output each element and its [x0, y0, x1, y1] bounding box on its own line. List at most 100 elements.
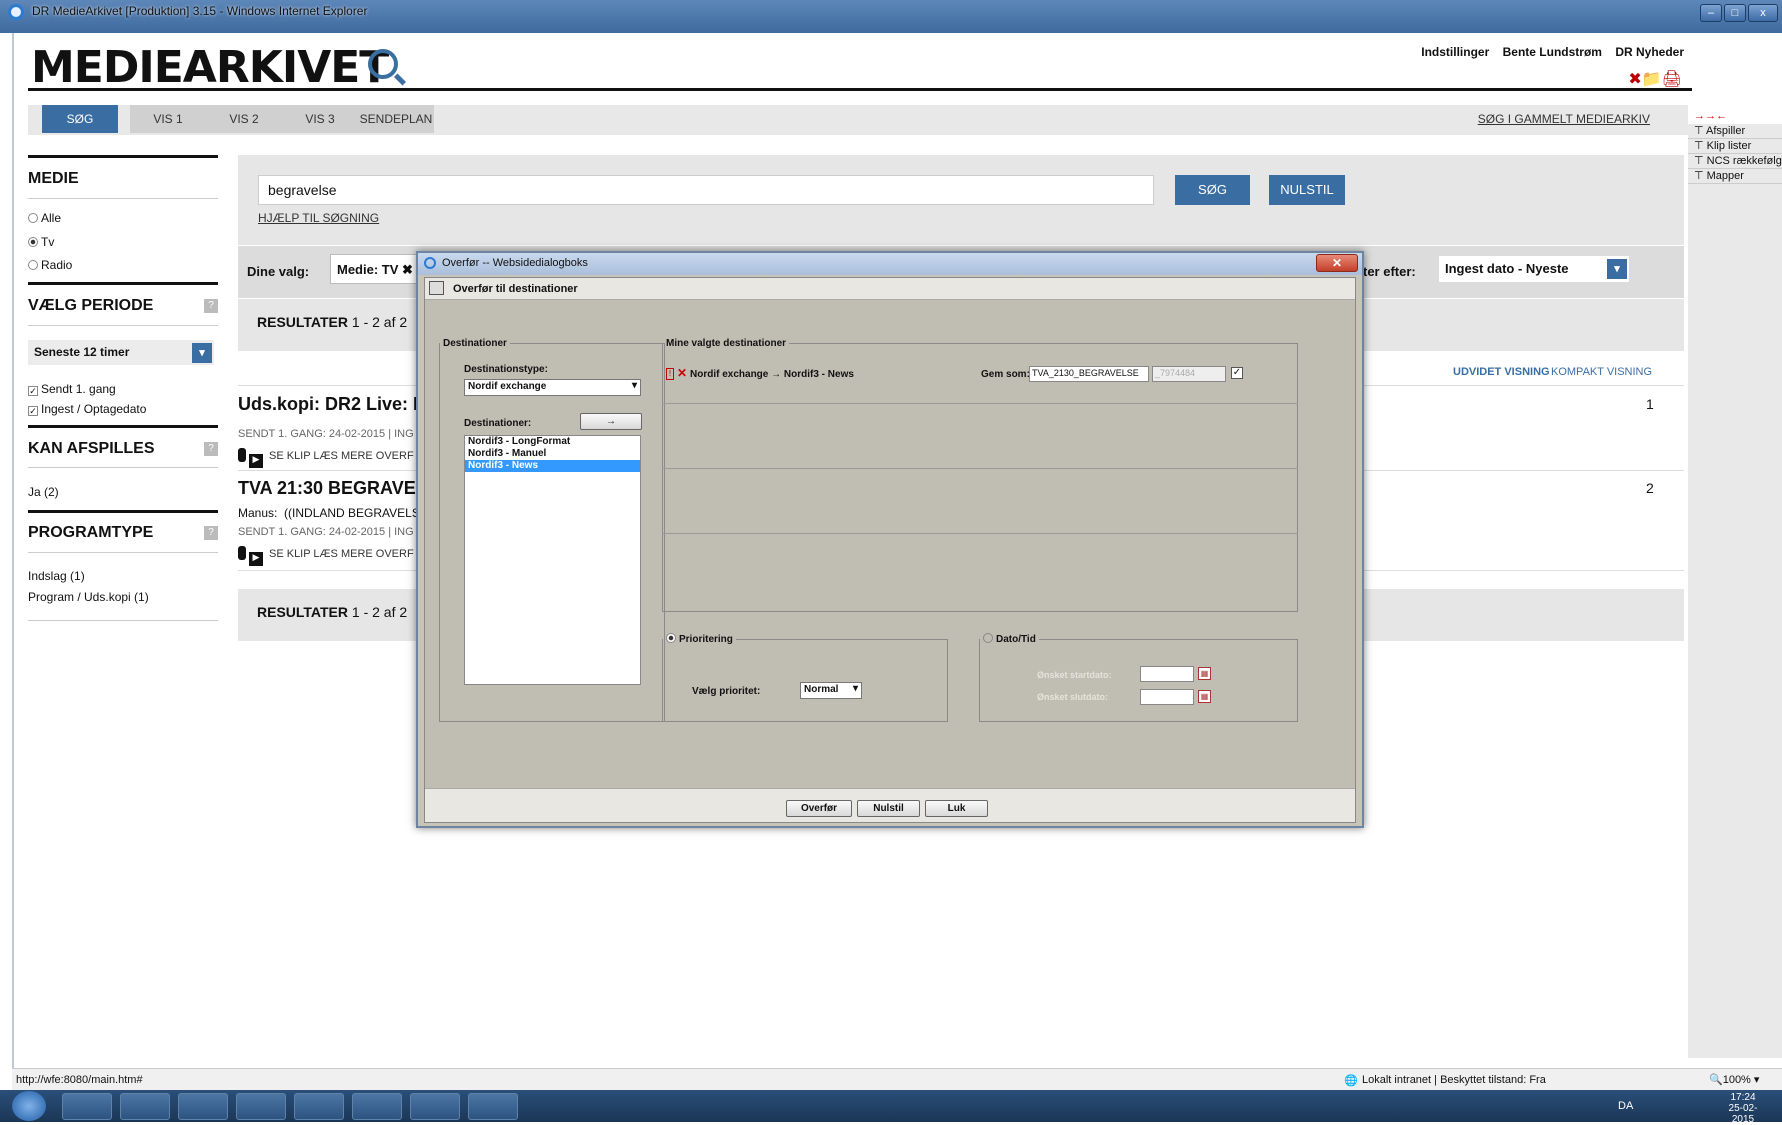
play-icon[interactable]: ▶: [249, 552, 263, 566]
sidebar-item-afspiller[interactable]: ⊤ Afspiller: [1688, 124, 1782, 139]
logo[interactable]: MEDIEARKIVET: [31, 42, 389, 93]
result-actions[interactable]: ▶ SE KLIP LÆS MERE OVERF: [238, 448, 414, 468]
remove-icon[interactable]: ✕: [677, 366, 687, 380]
chevron-down-icon: ▾: [1607, 259, 1627, 279]
play-icon[interactable]: ▶: [249, 454, 263, 468]
check-sendt[interactable]: ✓ Sendt 1. gang: [28, 382, 116, 396]
medie-option-tv[interactable]: Tv: [28, 235, 54, 249]
dialog-body: Overfør til destinationer Destinationer …: [424, 277, 1356, 823]
search-help-link[interactable]: HJÆLP TIL SØGNING: [258, 211, 379, 225]
player-icon[interactable]: [352, 1093, 402, 1120]
tab-vis2[interactable]: VIS 2: [206, 105, 282, 133]
datetime-legend[interactable]: Dato/Tid: [980, 633, 1039, 645]
close-dialog-button[interactable]: Luk: [925, 800, 988, 817]
priority-group: Prioritering: [662, 633, 948, 722]
calendar-icon[interactable]: ▦: [1198, 690, 1211, 703]
globe-icon: 🌐: [1344, 1075, 1358, 1087]
facet-divider: [28, 282, 218, 285]
checkbox-checked-icon: ✓: [28, 386, 38, 396]
sidebar-item-mapper[interactable]: ⊤ Mapper: [1688, 169, 1782, 184]
word-icon[interactable]: [468, 1093, 518, 1120]
start-button[interactable]: [12, 1091, 46, 1121]
list-item-selected[interactable]: Nordif3 - News: [465, 460, 640, 472]
sidebar-item-ncs[interactable]: ⊤ NCS rækkefølge: [1688, 154, 1782, 169]
tab-vis3[interactable]: VIS 3: [282, 105, 358, 133]
help-icon[interactable]: ?: [204, 299, 218, 313]
facet-programtype-title: PROGRAMTYPE: [28, 524, 154, 541]
search-icon: [368, 49, 398, 79]
result-action-links[interactable]: SE KLIP LÆS MERE OVERF: [269, 548, 414, 560]
radio-icon: [28, 213, 38, 223]
close-icon[interactable]: ✖: [402, 262, 413, 277]
file-explorer-icon[interactable]: [120, 1093, 170, 1120]
result-action-links[interactable]: SE KLIP LÆS MERE OVERF: [269, 450, 414, 462]
add-destination-button[interactable]: →: [580, 413, 642, 430]
maximize-button[interactable]: □: [1724, 4, 1746, 22]
programtype-item[interactable]: Program / Uds.kopi (1): [28, 590, 149, 604]
outlook-icon[interactable]: [178, 1093, 228, 1120]
list-item[interactable]: Nordif3 - Manuel: [465, 448, 640, 460]
department: DR Nyheder: [1615, 45, 1684, 59]
info-icon[interactable]: !: [666, 368, 674, 380]
sort-select-value: Ingest dato - Nyeste: [1445, 261, 1569, 276]
tool-icons[interactable]: ✖📁🖨: [1628, 69, 1682, 89]
start-date-input[interactable]: [1140, 666, 1194, 682]
help-icon[interactable]: ?: [204, 526, 218, 540]
tab-vis1[interactable]: VIS 1: [130, 105, 206, 133]
afspilles-item[interactable]: Ja (2): [28, 485, 59, 499]
media-player-icon[interactable]: [62, 1093, 112, 1120]
check-label: Ingest / Optagedato: [41, 402, 147, 416]
chrome-icon[interactable]: [236, 1093, 286, 1120]
chevron-down-icon: ▾: [192, 343, 212, 363]
reset-button[interactable]: NULSTIL: [1269, 175, 1345, 205]
minimize-button[interactable]: –: [1700, 4, 1722, 22]
save-as-input[interactable]: TVA_2130_BEGRAVELSE: [1029, 366, 1149, 382]
security-zone: Lokalt intranet | Beskyttet tilstand: Fr…: [1362, 1074, 1546, 1086]
transfer-button[interactable]: Overfør: [786, 800, 852, 817]
internet-explorer-icon[interactable]: [294, 1093, 344, 1120]
reset-dialog-button[interactable]: Nulstil: [857, 800, 920, 817]
calendar-icon[interactable]: ▦: [1198, 667, 1211, 680]
filter-chip[interactable]: Medie: TV ✖: [330, 254, 420, 284]
result-title[interactable]: TVA 21:30 BEGRAVE: [238, 478, 416, 499]
destination-list[interactable]: Nordif3 - LongFormat Nordif3 - Manuel No…: [464, 435, 641, 685]
result-title[interactable]: Uds.kopi: DR2 Live: I: [238, 394, 418, 415]
sidebar-item-kliplister[interactable]: ⊤ Klip lister: [1688, 139, 1782, 154]
end-date-input[interactable]: [1140, 689, 1194, 705]
search-input[interactable]: begravelse: [258, 175, 1154, 205]
medie-option-alle[interactable]: Alle: [28, 211, 61, 225]
settings-link[interactable]: Indstillinger: [1421, 45, 1489, 59]
programtype-item[interactable]: Indslag (1): [28, 569, 85, 583]
period-select[interactable]: Seneste 12 timer ▾: [28, 340, 214, 365]
clock-time: 17:24: [1730, 1092, 1756, 1103]
sort-select[interactable]: Ingest dato - Nyeste ▾: [1439, 256, 1629, 282]
status-url: http://wfe:8080/main.htm#: [16, 1074, 143, 1086]
priority-legend[interactable]: Prioritering: [663, 633, 736, 645]
language-indicator[interactable]: DA: [1618, 1100, 1633, 1112]
result-actions[interactable]: ▶ SE KLIP LÆS MERE OVERF: [238, 546, 414, 566]
help-icon[interactable]: ?: [204, 442, 218, 456]
close-window-button[interactable]: x: [1748, 4, 1778, 22]
tab-sog[interactable]: SØG: [42, 105, 118, 133]
my-destinations-legend: Mine valgte destinationer: [666, 338, 787, 349]
priority-select[interactable]: Normal: [800, 682, 862, 699]
checkbox-checked-icon[interactable]: ✓: [1231, 367, 1243, 379]
list-item[interactable]: Nordif3 - LongFormat: [465, 436, 640, 448]
priority-label: Vælg prioritet:: [692, 686, 761, 697]
check-label: Sendt 1. gang: [41, 382, 116, 396]
twitter-icon[interactable]: [410, 1093, 460, 1120]
medie-option-radio[interactable]: Radio: [28, 258, 72, 272]
zoom-level[interactable]: 🔍100% ▾: [1709, 1073, 1759, 1086]
check-ingest[interactable]: ✓ Ingest / Optagedato: [28, 402, 146, 416]
view-compact-link[interactable]: KOMPAKT VISNING: [1551, 366, 1652, 378]
dest-type-select[interactable]: Nordif exchange: [464, 379, 641, 396]
option-label: Alle: [41, 211, 62, 225]
view-extended-link[interactable]: UDVIDET VISNING: [1453, 366, 1550, 378]
search-button[interactable]: SØG: [1175, 175, 1250, 205]
sidebar-collapse-arrows[interactable]: →→←: [1688, 108, 1782, 124]
clock[interactable]: 17:24 25-02-2015: [1718, 1092, 1768, 1125]
priority-legend-label: Prioritering: [679, 634, 733, 645]
dialog-close-button[interactable]: ✕: [1316, 254, 1358, 272]
tab-sendeplan[interactable]: SENDEPLAN: [358, 105, 434, 133]
old-archive-link[interactable]: SØG I GAMMELT MEDIEARKIV: [1478, 112, 1650, 126]
